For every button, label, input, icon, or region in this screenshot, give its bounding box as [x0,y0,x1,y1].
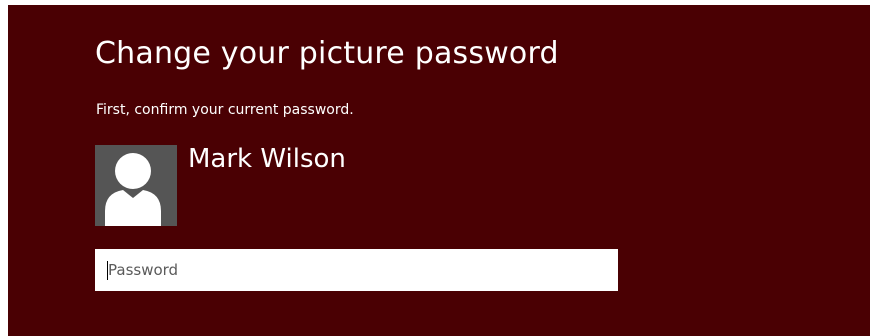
text-caret [107,261,108,280]
user-name: Mark Wilson [188,144,346,174]
avatar [95,145,177,226]
password-field-container[interactable] [95,249,618,291]
picture-password-screen: Change your picture password First, conf… [8,5,870,336]
page-title: Change your picture password [95,36,559,71]
instruction-text: First, confirm your current password. [96,102,354,118]
password-input[interactable] [95,249,618,291]
user-silhouette-icon [105,153,161,226]
